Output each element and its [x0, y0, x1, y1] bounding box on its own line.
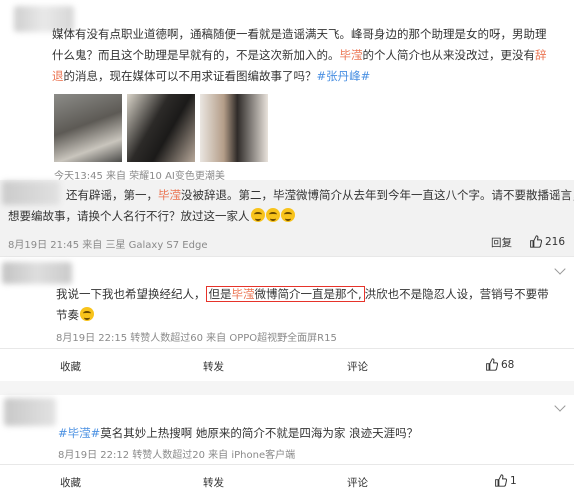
avatar[interactable] [2, 181, 60, 205]
thumbs-up-icon [530, 235, 542, 248]
post2-line1: 还有辟谣，第一，毕滢没被辞退。第二，毕滢微博简介从去年到今年一直这八个字。请不要… [66, 185, 574, 206]
repost-button[interactable]: 转发 [203, 359, 224, 374]
divider [0, 348, 574, 349]
like-button[interactable]: 216 [529, 235, 565, 248]
laugh-emoji-icon [80, 307, 94, 321]
favorite-button[interactable]: 收藏 [60, 475, 81, 490]
like-count: 68 [501, 358, 515, 371]
user-mention[interactable]: 毕滢 [340, 48, 363, 62]
post3-meta: 8月19日 22:15 转赞人数超过60 来自 OPPO超视野全面屏R15 [56, 333, 337, 344]
like-count: 216 [545, 235, 566, 248]
thumbs-up-icon [486, 358, 498, 371]
post3-text: 微博简介一直是那个, [254, 287, 362, 301]
post3-line2: 节奏 [56, 305, 94, 326]
favorite-label: 收藏 [60, 361, 81, 373]
divider [0, 256, 574, 257]
reply-button[interactable]: 回复 [491, 235, 512, 250]
post1-text: 的个人简介也从来没改过，更没有 [362, 48, 536, 62]
comment-label: 评论 [347, 477, 368, 489]
repost-label: 转发 [203, 361, 224, 373]
post-photo-2[interactable] [127, 94, 195, 162]
user-mention[interactable]: 毕滢 [232, 287, 255, 301]
hashtag-link[interactable]: #张丹峰# [317, 69, 371, 83]
laugh-emoji-icon [280, 208, 295, 222]
chevron-down-icon[interactable] [554, 400, 566, 412]
avatar[interactable] [2, 262, 72, 284]
like-count: 1 [510, 474, 517, 487]
post4-text: 莫名其妙上热搜啊 她原来的简介不就是四海为家 浪迹天涯吗？ [100, 426, 419, 440]
like-button[interactable]: 68 [485, 358, 514, 371]
post-photo-3[interactable] [200, 94, 268, 162]
repost-button[interactable]: 转发 [203, 475, 224, 490]
post1-text: 什么鬼？而且这个助理是早就有的，不是这次新加入的。 [52, 48, 340, 62]
keyword-highlight: 退 [52, 69, 64, 83]
favorite-label: 收藏 [60, 477, 81, 489]
post2-text: 还有辟谣，第一， [66, 188, 158, 202]
post3-text: 但是 [208, 287, 232, 301]
post3-text: 我说一下我也希望换经纪人， [56, 287, 206, 301]
post2-meta: 8月19日 21:45 来自 三星 Galaxy S7 Edge [8, 240, 208, 251]
laugh-emoji-icon [265, 208, 280, 222]
avatar[interactable] [4, 398, 56, 426]
keyword-highlight: 辞 [535, 48, 547, 62]
laugh-emoji-icon [250, 208, 265, 222]
post-photo-1[interactable] [54, 94, 122, 162]
post4-line1: #毕滢#莫名其妙上热搜啊 她原来的简介不就是四海为家 浪迹天涯吗？ [58, 423, 418, 444]
comment-label: 评论 [347, 361, 368, 373]
comment-button[interactable]: 评论 [347, 359, 368, 374]
section-gap [0, 381, 574, 395]
user-mention[interactable]: 毕滢 [158, 188, 181, 202]
like-button[interactable]: 1 [494, 474, 517, 487]
post3-line1: 我说一下我也希望换经纪人， 但是毕滢微博简介一直是那个, 洪欣也不是隐忍人设，营销号… [56, 284, 549, 305]
comment-button[interactable]: 评论 [347, 475, 368, 490]
post2-text: 没被辞退。第二，毕滢微博简介从去年到今年一直这八个字。请不要散播谣言， [181, 188, 574, 202]
repost-label: 转发 [203, 477, 224, 489]
post1-line1: 媒体有没有点职业道德啊，通稿随便一看就是造谣满天飞。峰哥身边的那个助理是女的呀，… [52, 27, 547, 41]
highlight-box: 但是毕滢微博简介一直是那个, [205, 286, 365, 302]
thumbs-up-icon [495, 474, 507, 487]
post1-line2: 什么鬼？而且这个助理是早就有的，不是这次新加入的。毕滢的个人简介也从来没改过，更… [52, 45, 547, 66]
chevron-down-icon[interactable] [554, 263, 566, 275]
post4-meta: 8月19日 22:12 转赞人数超过20 来自 iPhone客户端 [58, 450, 296, 461]
post2-text: 想要编故事，请换个人名行不行？放过这一家人 [8, 209, 250, 223]
reply-label: 回复 [491, 237, 512, 249]
post3-text: 洪欣也不是隐忍人设，营销号不要带 [364, 287, 549, 301]
hashtag-link[interactable]: #毕滢# [58, 426, 100, 440]
divider [0, 464, 574, 465]
post1-line3: 退的消息，现在媒体可以不用求证看图编故事了吗？#张丹峰# [52, 66, 370, 87]
post3-text: 节奏 [56, 308, 79, 322]
post2-line2: 想要编故事，请换个人名行不行？放过这一家人 [8, 206, 295, 227]
post1-text: 的消息，现在媒体可以不用求证看图编故事了吗？ [63, 69, 317, 83]
favorite-button[interactable]: 收藏 [60, 359, 81, 374]
